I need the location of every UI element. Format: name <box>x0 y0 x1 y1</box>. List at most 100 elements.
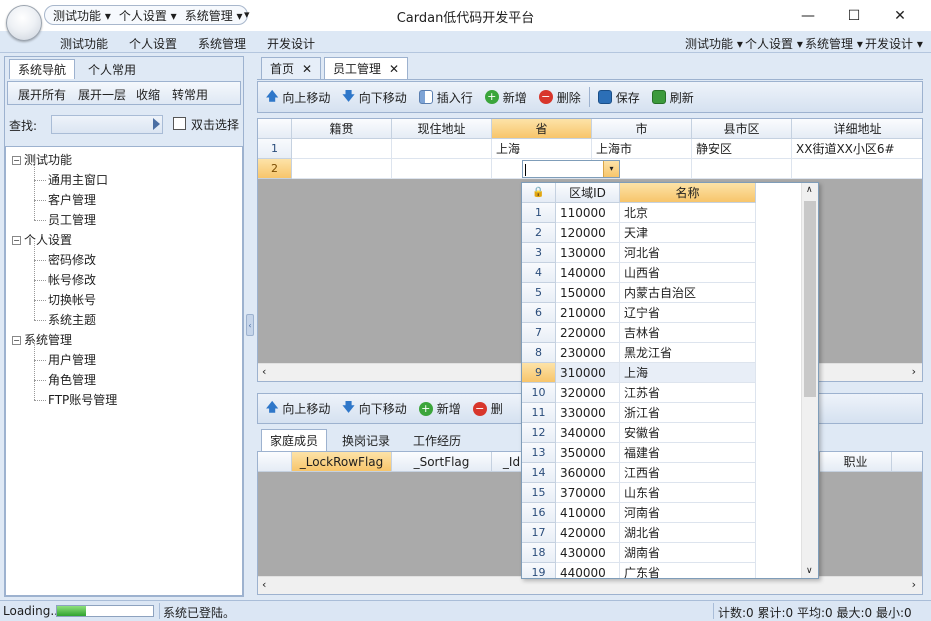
tree-node-item[interactable]: 角色管理 <box>48 371 96 388</box>
dropdown-cell-id[interactable]: 140000 <box>556 263 620 283</box>
dropdown-cell-id[interactable]: 230000 <box>556 343 620 363</box>
column-header[interactable]: 现住地址 <box>392 119 492 139</box>
dropdown-cell-id[interactable]: 310000 <box>556 363 620 383</box>
dropdown-cell-name[interactable]: 湖北省 <box>620 523 756 543</box>
dropdown-cell-name[interactable]: 天津 <box>620 223 756 243</box>
grid-cell[interactable] <box>392 159 492 179</box>
close-icon[interactable]: ✕ <box>389 62 399 76</box>
dropdown-cell-name[interactable]: 湖南省 <box>620 543 756 563</box>
ribbon-menu-system[interactable]: 系统管理 ▾ <box>805 35 863 52</box>
dropdown-cell-id[interactable]: 150000 <box>556 283 620 303</box>
tree-node-item[interactable]: 系统主题 <box>48 311 96 328</box>
column-header[interactable]: 县市区 <box>692 119 792 139</box>
ribbon-menu-test[interactable]: 测试功能 ▾ <box>685 35 743 52</box>
grid-cell[interactable] <box>292 139 392 159</box>
dropdown-cell-id[interactable]: 130000 <box>556 243 620 263</box>
dropdown-cell-id[interactable]: 110000 <box>556 203 620 223</box>
close-icon[interactable]: ✕ <box>302 62 312 76</box>
dropdown-row-number[interactable]: 4 <box>522 263 556 283</box>
dropdown-cell-name[interactable]: 上海 <box>620 363 756 383</box>
grid-cell[interactable]: 上海 <box>492 139 592 159</box>
dropdown-row-number[interactable]: 11 <box>522 403 556 423</box>
row-number[interactable]: 1 <box>258 139 292 159</box>
close-button[interactable]: ✕ <box>877 0 923 31</box>
tree-node-group[interactable]: − 系统管理 <box>12 331 72 348</box>
dropdown-cell-id[interactable]: 340000 <box>556 423 620 443</box>
dropdown-row-number[interactable]: 9 <box>522 363 556 383</box>
dropdown-row-number[interactable]: 2 <box>522 223 556 243</box>
qat-item-system[interactable]: 系统管理 ▾ <box>185 7 243 24</box>
collapse-toggle-icon[interactable]: − <box>12 156 21 165</box>
bottom-add-button[interactable]: + 新增 <box>413 400 467 417</box>
dropdown-cell-name[interactable]: 江西省 <box>620 463 756 483</box>
move-up-button[interactable]: 🡅 向上移动 <box>260 87 336 108</box>
grid-cell[interactable] <box>392 139 492 159</box>
delete-button[interactable]: − 删除 <box>533 89 587 106</box>
column-header[interactable]: 省 <box>492 119 592 139</box>
dropdown-cell-name[interactable]: 辽宁省 <box>620 303 756 323</box>
bottom-move-up-button[interactable]: 🡅 向上移动 <box>260 398 336 419</box>
dropdown-cell-id[interactable]: 430000 <box>556 543 620 563</box>
dropdown-row-number[interactable]: 10 <box>522 383 556 403</box>
dropdown-col-name[interactable]: 名称 <box>620 183 756 203</box>
grid-cell[interactable]: 上海市 <box>592 139 692 159</box>
bottom-move-down-button[interactable]: 🡇 向下移动 <box>336 398 412 419</box>
dropdown-cell-id[interactable]: 350000 <box>556 443 620 463</box>
tab-work[interactable]: 工作经历 <box>404 429 470 451</box>
splitter-collapse-icon[interactable]: ‹ <box>246 314 254 336</box>
dropdown-cell-name[interactable]: 河北省 <box>620 243 756 263</box>
move-down-button[interactable]: 🡇 向下移动 <box>336 87 412 108</box>
dropdown-cell-id[interactable]: 320000 <box>556 383 620 403</box>
tree-node-item[interactable]: 帐号修改 <box>48 271 96 288</box>
dropdown-cell-id[interactable]: 420000 <box>556 523 620 543</box>
dropdown-vscroll[interactable]: ∧ ∨ <box>801 183 818 578</box>
tree-node-item[interactable]: 切换帐号 <box>48 291 96 308</box>
ribbon-tab-test[interactable]: 测试功能 <box>60 35 108 52</box>
dropdown-row-number[interactable]: 12 <box>522 423 556 443</box>
dropdown-cell-name[interactable]: 河南省 <box>620 503 756 523</box>
dropdown-row-number[interactable]: 3 <box>522 243 556 263</box>
ribbon-tab-dev[interactable]: 开发设计 <box>267 35 315 52</box>
tree-node-group[interactable]: − 测试功能 <box>12 151 72 168</box>
dropdown-cell-id[interactable]: 360000 <box>556 463 620 483</box>
dropdown-row-number[interactable]: 5 <box>522 283 556 303</box>
dropdown-cell-name[interactable]: 内蒙古自治区 <box>620 283 756 303</box>
tree-node-item[interactable]: 用户管理 <box>48 351 96 368</box>
maximize-button[interactable]: ☐ <box>831 0 877 31</box>
tab-family[interactable]: 家庭成员 <box>261 429 328 451</box>
tab-system-nav[interactable]: 系统导航 <box>9 59 76 79</box>
tree-node-item[interactable]: 员工管理 <box>48 211 96 228</box>
dropdown-cell-name[interactable]: 广东省 <box>620 563 756 578</box>
search-go-icon[interactable] <box>153 118 160 130</box>
refresh-button[interactable]: 刷新 <box>646 89 700 106</box>
bottom-delete-button[interactable]: − 删 <box>467 400 509 417</box>
collapse-toggle-icon[interactable]: − <box>12 336 21 345</box>
dropdown-scroll-thumb[interactable] <box>804 201 816 397</box>
qat-item-test[interactable]: 测试功能 ▾ <box>53 7 111 24</box>
province-editor[interactable]: ▾ <box>522 160 620 178</box>
dropdown-cell-name[interactable]: 吉林省 <box>620 323 756 343</box>
to-favorites-button[interactable]: 转常用 <box>172 86 208 103</box>
dropdown-row-number[interactable]: 15 <box>522 483 556 503</box>
grid-cell[interactable] <box>692 159 792 179</box>
minimize-button[interactable]: — <box>785 0 831 31</box>
dropdown-row-number[interactable]: 1 <box>522 203 556 223</box>
collapse-button[interactable]: 收缩 <box>136 86 160 103</box>
tree-node-item[interactable]: 客户管理 <box>48 191 96 208</box>
bottom-col-header[interactable]: 职业 <box>820 452 892 472</box>
tree-node-item[interactable]: FTP账号管理 <box>48 391 117 408</box>
insert-row-button[interactable]: 插入行 <box>413 89 479 106</box>
dropdown-cell-name[interactable]: 北京 <box>620 203 756 223</box>
dropdown-row-number[interactable]: 16 <box>522 503 556 523</box>
dropdown-cell-name[interactable]: 江苏省 <box>620 383 756 403</box>
ribbon-tab-system[interactable]: 系统管理 <box>198 35 246 52</box>
grid-cell[interactable] <box>292 159 392 179</box>
tree-node-item[interactable]: 密码修改 <box>48 251 96 268</box>
tab-personal-favorites[interactable]: 个人常用 <box>79 59 145 79</box>
dropdown-cell-id[interactable]: 120000 <box>556 223 620 243</box>
ribbon-tab-personal[interactable]: 个人设置 <box>129 35 177 52</box>
grid-cell[interactable] <box>792 159 922 179</box>
dropdown-cell-name[interactable]: 福建省 <box>620 443 756 463</box>
column-header[interactable]: 市 <box>592 119 692 139</box>
dropdown-row-number[interactable]: 8 <box>522 343 556 363</box>
